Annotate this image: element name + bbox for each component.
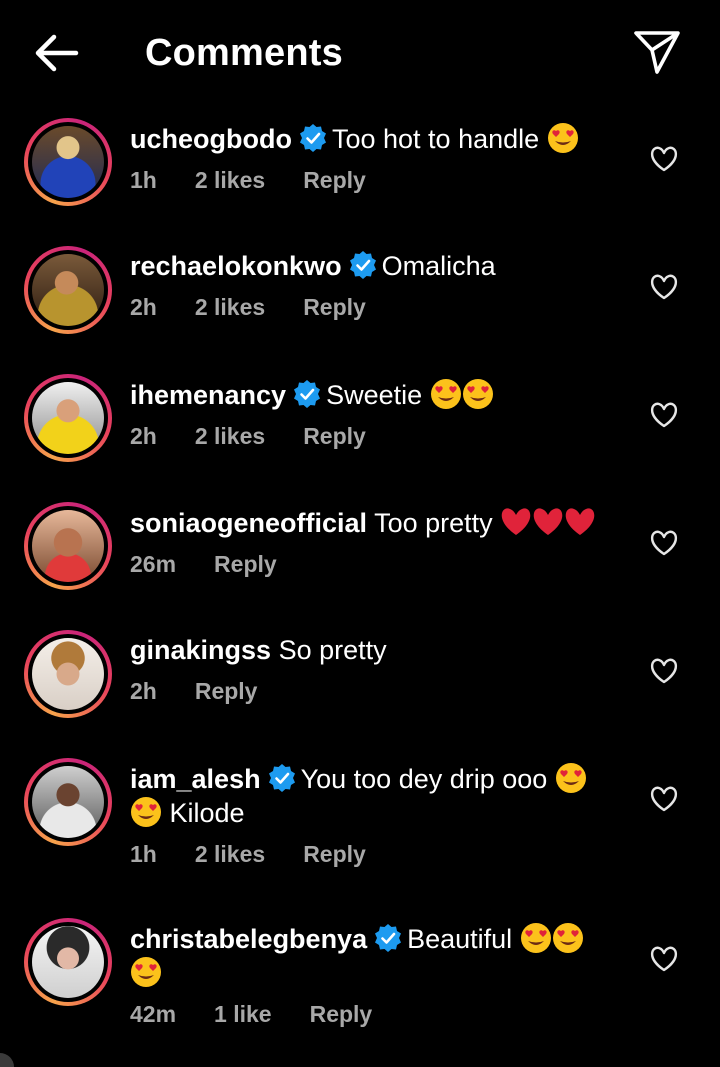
page-title: Comments [145, 32, 343, 74]
comment-username[interactable]: iam_alesh [130, 764, 261, 794]
like-heart-icon[interactable] [650, 146, 678, 172]
comment-likes[interactable]: 1 like [214, 1001, 272, 1027]
comment-username[interactable]: ginakingss [130, 635, 271, 665]
comment-text: Sweetie [326, 380, 423, 410]
comment-username[interactable]: christabelegbenya [130, 924, 367, 954]
reply-button[interactable]: Reply [303, 841, 366, 867]
red-heart-emoji-icon [501, 508, 531, 535]
avatar[interactable] [24, 246, 112, 334]
comment-username[interactable]: soniaogeneofficial [130, 508, 367, 538]
comment-text: You too dey drip ooo [300, 764, 548, 794]
reply-button[interactable]: Reply [303, 294, 366, 320]
reply-button[interactable]: Reply [303, 423, 366, 449]
comment-text-continued: Kilode [169, 798, 245, 828]
avatar[interactable] [24, 374, 112, 462]
comment-username[interactable]: ucheogbodo [130, 124, 292, 154]
reply-button[interactable]: Reply [195, 678, 258, 704]
scroll-indicator [0, 1053, 14, 1067]
comment-text: Too pretty [374, 508, 493, 538]
arrow-left-icon [35, 34, 79, 72]
heart-eyes-emoji-icon [131, 797, 161, 827]
comment-time: 1h [130, 841, 157, 867]
heart-eyes-emoji-icon [520, 923, 551, 953]
comment-text: Omalicha [381, 251, 496, 281]
reply-button[interactable]: Reply [310, 1001, 373, 1027]
header: Comments [0, 0, 720, 104]
heart-eyes-emoji-icon [131, 957, 161, 987]
comment-likes[interactable]: 2 likes [195, 294, 265, 320]
like-heart-icon[interactable] [650, 658, 678, 684]
reply-button[interactable]: Reply [303, 167, 366, 193]
comment-time: 2h [130, 423, 157, 449]
comment-likes[interactable]: 2 likes [195, 841, 265, 867]
like-heart-icon[interactable] [650, 274, 678, 300]
red-heart-emoji-icon [533, 508, 563, 535]
avatar[interactable] [24, 502, 112, 590]
heart-eyes-emoji-icon [462, 379, 493, 409]
like-heart-icon[interactable] [650, 786, 678, 812]
verified-badge-icon [375, 924, 402, 952]
comment-time: 42m [130, 1001, 177, 1027]
heart-eyes-emoji-icon [552, 923, 583, 953]
comment-time: 26m [130, 551, 177, 577]
comment-time: 2h [130, 678, 157, 704]
red-heart-emoji-icon [565, 508, 595, 535]
comment-likes[interactable]: 2 likes [195, 423, 265, 449]
heart-eyes-emoji-icon [430, 379, 461, 409]
avatar[interactable] [24, 758, 112, 846]
avatar[interactable] [24, 630, 112, 718]
like-heart-icon[interactable] [650, 946, 678, 972]
avatar[interactable] [24, 118, 112, 206]
verified-badge-icon [349, 251, 376, 279]
share-button[interactable] [630, 28, 684, 76]
back-button[interactable] [30, 30, 82, 76]
comment-time: 2h [130, 294, 157, 320]
avatar[interactable] [24, 918, 112, 1006]
paper-plane-icon [634, 31, 680, 74]
reply-button[interactable]: Reply [214, 551, 277, 577]
heart-eyes-emoji-icon [547, 123, 578, 153]
verified-badge-icon [268, 764, 295, 792]
like-heart-icon[interactable] [650, 402, 678, 428]
comment-username[interactable]: rechaelokonkwo [130, 251, 342, 281]
comment-text: So pretty [278, 635, 387, 665]
like-heart-icon[interactable] [650, 530, 678, 556]
verified-badge-icon [299, 124, 326, 152]
comment-text: Too hot to handle [331, 124, 540, 154]
comment-text: Beautiful [407, 924, 513, 954]
comment-username[interactable]: ihemenancy [130, 380, 286, 410]
comment-likes[interactable]: 2 likes [195, 167, 265, 193]
heart-eyes-emoji-icon [555, 763, 586, 793]
verified-badge-icon [294, 380, 321, 408]
comment-time: 1h [130, 167, 157, 193]
